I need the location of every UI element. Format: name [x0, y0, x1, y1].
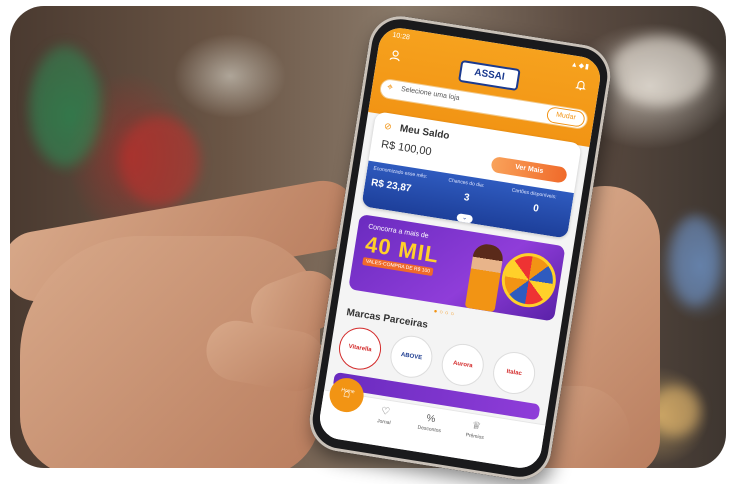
- assai-logo: ASSAI: [457, 59, 521, 92]
- stat-chances-label: Chances do dia:: [447, 177, 485, 189]
- tab-premios[interactable]: ♕ Prêmios: [456, 418, 495, 442]
- stat-cards-value: 0: [532, 203, 540, 215]
- bokeh-light: [30, 46, 100, 166]
- status-icons: ▲◆▮: [570, 61, 591, 72]
- brand-logo-1[interactable]: Vitarella: [336, 324, 385, 373]
- brand-logo-3[interactable]: Aurora: [438, 340, 487, 389]
- bokeh-light: [120, 116, 200, 206]
- prize-wheel-icon: [497, 249, 560, 312]
- stat-saved-value: R$ 23,87: [370, 177, 413, 195]
- store-placeholder: Selecione uma loja: [400, 85, 461, 103]
- promo-woman-illustration: [464, 242, 505, 313]
- stat-cards-label: Cartões disponíveis:: [511, 187, 557, 201]
- eye-off-icon[interactable]: ⊘: [383, 121, 392, 133]
- tab-jornal[interactable]: ♡ Jornal: [366, 404, 405, 428]
- change-store-button[interactable]: Mudar: [545, 106, 586, 128]
- carousel-dots[interactable]: ●○○○: [433, 309, 456, 318]
- chevron-down-icon[interactable]: ⌄: [456, 213, 474, 224]
- balance-title: Meu Saldo: [399, 123, 451, 142]
- map-pin-icon: ⌖: [386, 81, 394, 94]
- see-more-button[interactable]: Ver Mais: [490, 155, 568, 184]
- status-time: 10:28: [391, 31, 411, 42]
- brand-logo-2[interactable]: ABOVE: [387, 332, 436, 381]
- balance-value: R$ 100,00: [380, 138, 433, 159]
- bokeh-light: [610, 36, 710, 106]
- brand-logo-4[interactable]: Italac: [490, 348, 539, 398]
- user-icon[interactable]: [388, 49, 402, 63]
- bell-icon[interactable]: [574, 78, 588, 92]
- stat-saved-label: Economizado esse mês:: [372, 165, 428, 180]
- stat-chances-value: 3: [463, 192, 471, 204]
- tab-descontos[interactable]: % Descontos: [411, 411, 450, 435]
- bokeh-light: [670, 216, 720, 306]
